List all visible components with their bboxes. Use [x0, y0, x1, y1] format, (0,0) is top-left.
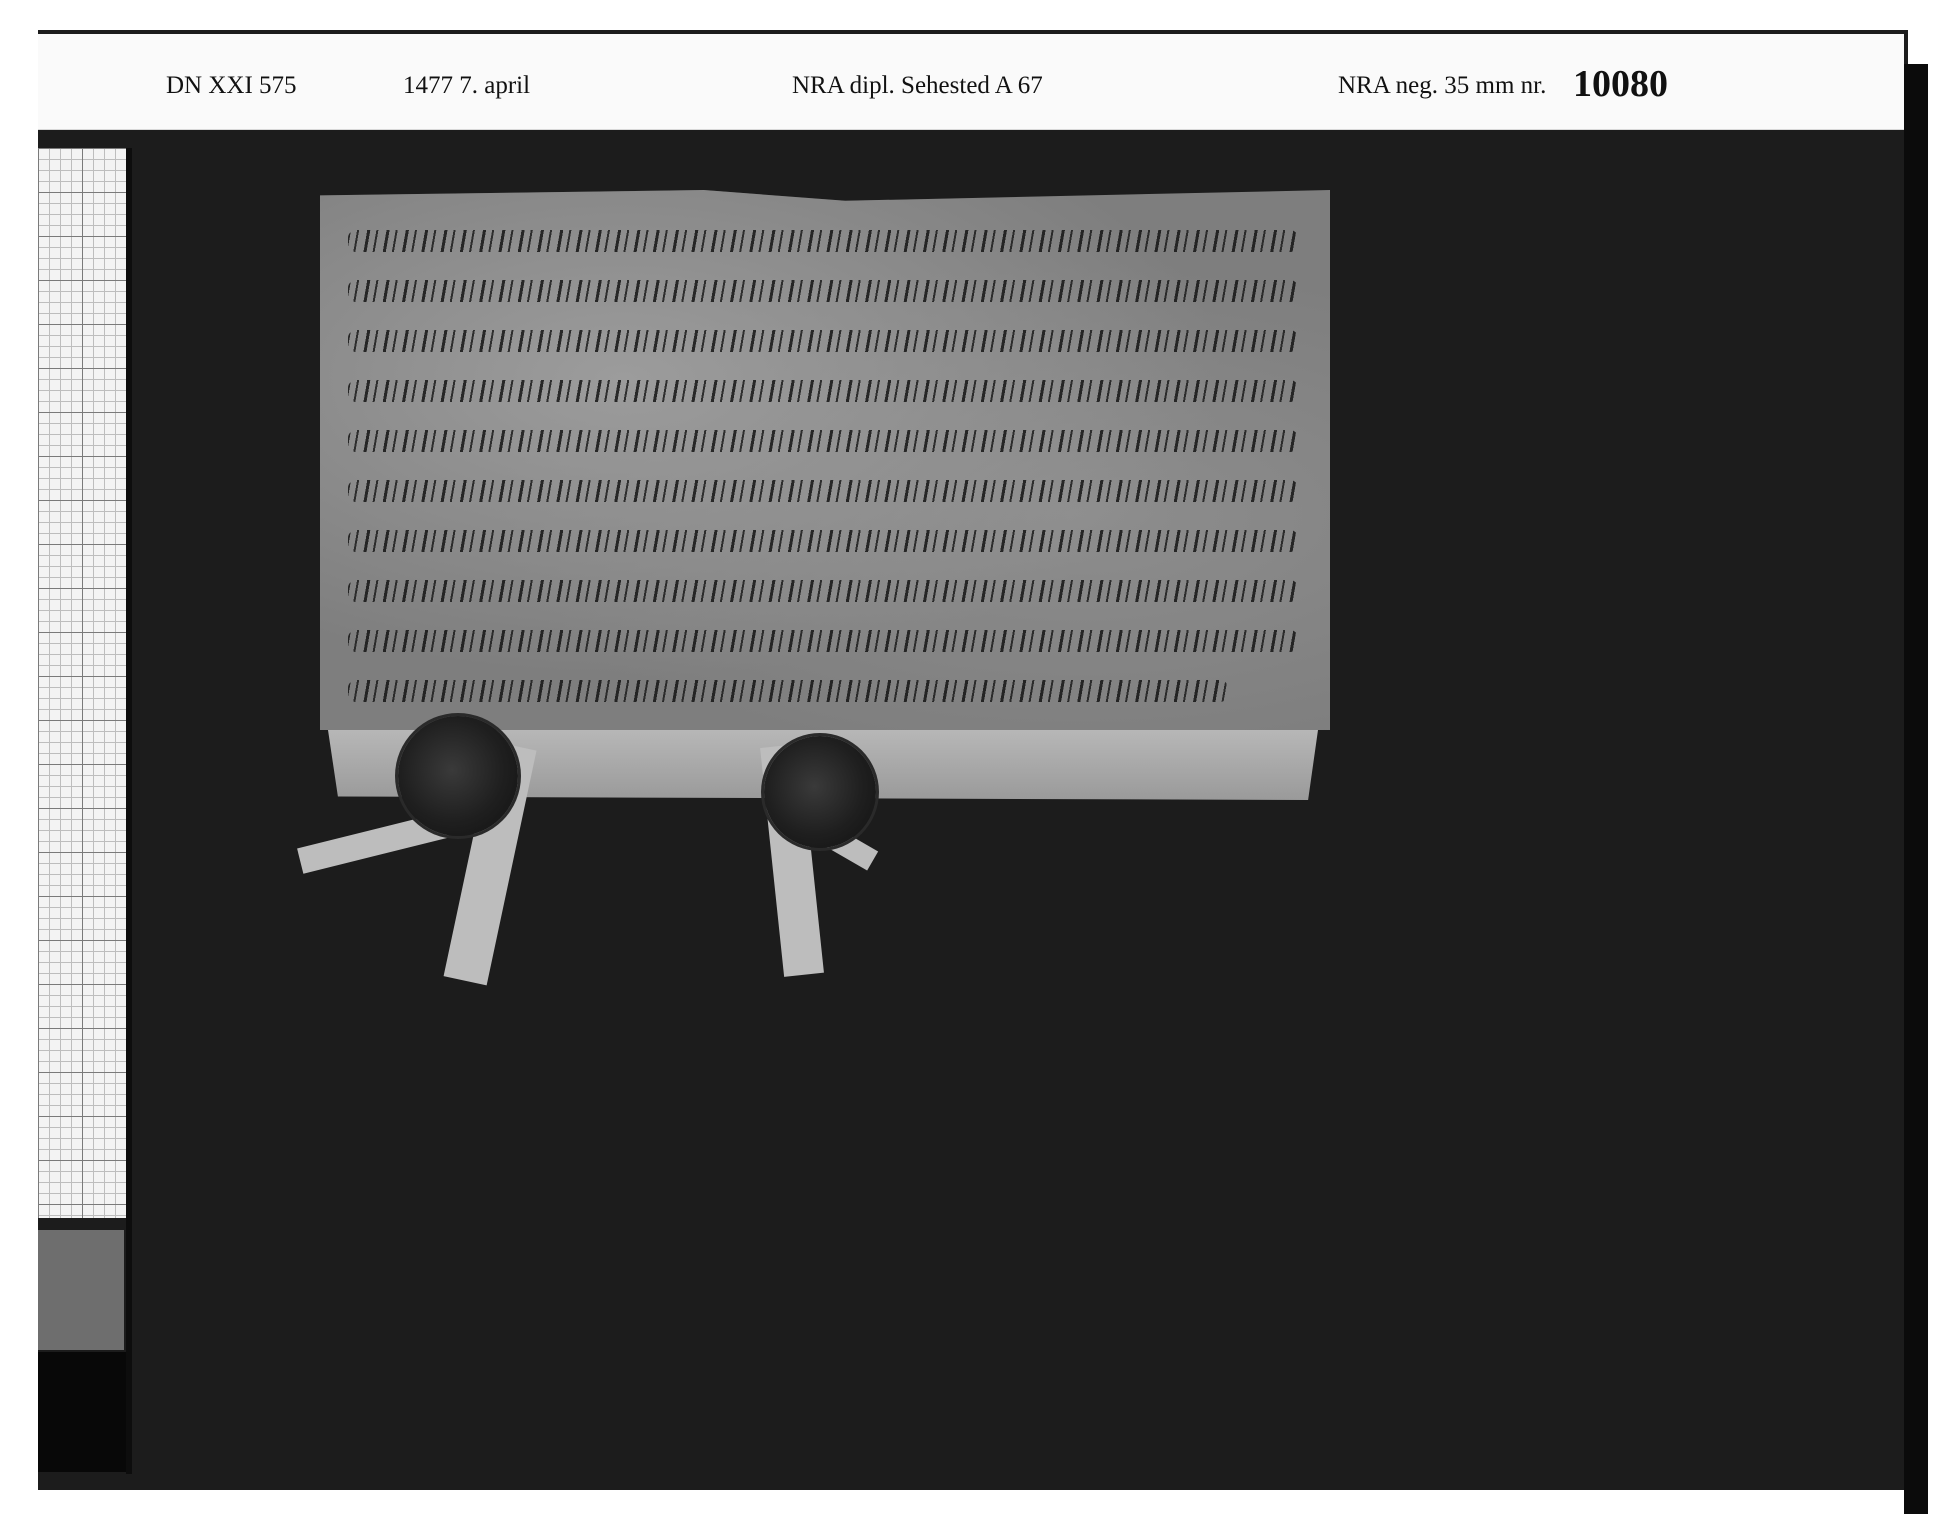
wax-seal-left: [398, 716, 518, 836]
document-reference: DN XXI 575: [166, 72, 297, 99]
handwriting-line: [348, 480, 1298, 502]
grid-shadow: [126, 148, 132, 1474]
handwriting-line: [348, 280, 1298, 302]
handwriting-line: [348, 330, 1298, 352]
photo-frame: DN XXI 575 1477 7. april NRA dipl. Sehes…: [38, 30, 1928, 1514]
archive-reference: NRA dipl. Sehested A 67: [792, 72, 1043, 99]
handwriting-line: [348, 530, 1298, 552]
black-scale-patch: [38, 1352, 130, 1472]
frame-edge: [1904, 64, 1928, 1514]
handwriting-line: [348, 630, 1298, 652]
measurement-grid: [38, 148, 126, 1218]
handwriting-line: [348, 430, 1298, 452]
handwriting-line: [348, 230, 1298, 252]
parchment-sheet: [320, 190, 1330, 730]
document-date: 1477 7. april: [403, 72, 531, 99]
handwriting-line: [348, 580, 1298, 602]
gray-scale-patch: [38, 1230, 124, 1350]
negative-number: 10080: [1573, 63, 1668, 105]
charter: [320, 190, 1330, 800]
negative-label: NRA neg. 35 mm nr.: [1338, 72, 1547, 99]
handwriting-line: [348, 680, 1228, 702]
archive-label-strip: DN XXI 575 1477 7. april NRA dipl. Sehes…: [38, 34, 1904, 130]
wax-seal-right: [764, 736, 876, 848]
handwriting-line: [348, 380, 1298, 402]
